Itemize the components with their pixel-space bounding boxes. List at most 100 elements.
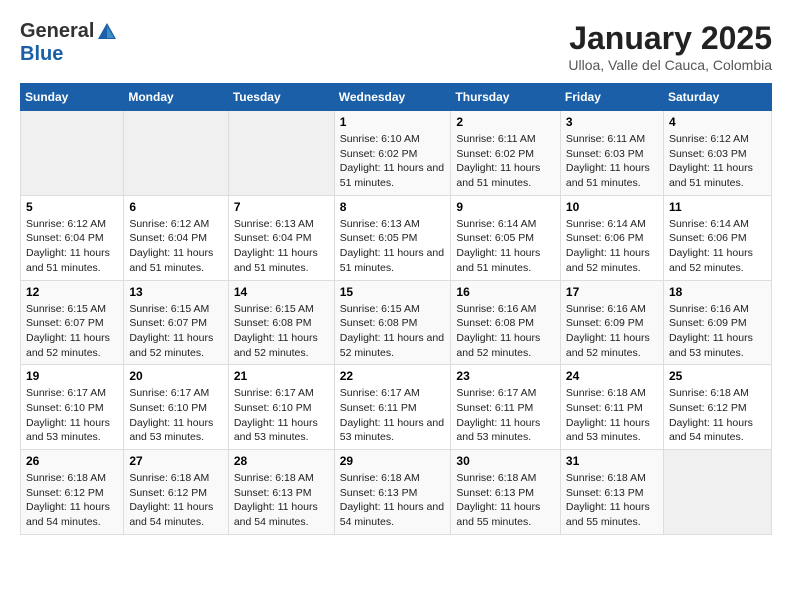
calendar-week-4: 19Sunrise: 6:17 AMSunset: 6:10 PMDayligh… <box>21 365 772 450</box>
calendar-cell: 19Sunrise: 6:17 AMSunset: 6:10 PMDayligh… <box>21 365 124 450</box>
day-number: 12 <box>26 285 118 299</box>
calendar-cell <box>663 450 771 535</box>
day-info: Sunrise: 6:17 AMSunset: 6:11 PMDaylight:… <box>456 386 554 445</box>
calendar-cell: 7 Sunrise: 6:13 AMSunset: 6:04 PMDaylight… <box>228 195 334 280</box>
day-number: 23 <box>456 369 554 383</box>
calendar-cell: 14 Sunrise: 6:15 AMSunset: 6:08 PMDayligh… <box>228 280 334 365</box>
day-number: 28 <box>234 454 329 468</box>
calendar-cell: 23 Sunrise: 6:17 AMSunset: 6:11 PMDayligh… <box>451 365 560 450</box>
calendar-title: January 2025 <box>568 20 772 57</box>
header-wednesday: Wednesday <box>334 84 451 111</box>
day-number: 18 <box>669 285 766 299</box>
calendar-cell: 4Sunrise: 6:12 AMSunset: 6:03 PMDaylight… <box>663 111 771 196</box>
calendar-cell: 28Sunrise: 6:18 AMSunset: 6:13 PMDayligh… <box>228 450 334 535</box>
calendar-cell: 22Sunrise: 6:17 AMSunset: 6:11 PMDayligh… <box>334 365 451 450</box>
day-number: 13 <box>129 285 223 299</box>
day-number: 21 <box>234 369 329 383</box>
day-info: Sunrise: 6:14 AMSunset: 6:05 PMDaylight:… <box>456 217 554 276</box>
day-info: Sunrise: 6:16 AMSunset: 6:08 PMDaylight:… <box>456 302 554 361</box>
day-info: Sunrise: 6:18 AMSunset: 6:12 PMDaylight:… <box>129 471 223 530</box>
day-info: Sunrise: 6:18 AMSunset: 6:12 PMDaylight:… <box>26 471 118 530</box>
calendar-cell: 6 Sunrise: 6:12 AMSunset: 6:04 PMDaylight… <box>124 195 229 280</box>
calendar-cell: 17Sunrise: 6:16 AMSunset: 6:09 PMDayligh… <box>560 280 663 365</box>
calendar-cell: 2 Sunrise: 6:11 AMSunset: 6:02 PMDaylight… <box>451 111 560 196</box>
day-number: 6 <box>129 200 223 214</box>
day-info: Sunrise: 6:12 AMSunset: 6:03 PMDaylight:… <box>669 132 766 191</box>
day-number: 26 <box>26 454 118 468</box>
day-number: 29 <box>340 454 446 468</box>
calendar-cell: 16Sunrise: 6:16 AMSunset: 6:08 PMDayligh… <box>451 280 560 365</box>
header-thursday: Thursday <box>451 84 560 111</box>
day-info: Sunrise: 6:17 AMSunset: 6:10 PMDaylight:… <box>26 386 118 445</box>
calendar-cell: 5Sunrise: 6:12 AMSunset: 6:04 PMDaylight… <box>21 195 124 280</box>
calendar-cell: 11 Sunrise: 6:14 AMSunset: 6:06 PMDayligh… <box>663 195 771 280</box>
day-number: 9 <box>456 200 554 214</box>
header-friday: Friday <box>560 84 663 111</box>
logo-blue: Blue <box>20 43 63 65</box>
day-number: 30 <box>456 454 554 468</box>
day-number: 10 <box>566 200 658 214</box>
calendar-cell: 20 Sunrise: 6:17 AMSunset: 6:10 PMDayligh… <box>124 365 229 450</box>
calendar-header-row: SundayMondayTuesdayWednesdayThursdayFrid… <box>21 84 772 111</box>
day-info: Sunrise: 6:18 AMSunset: 6:13 PMDaylight:… <box>566 471 658 530</box>
day-number: 25 <box>669 369 766 383</box>
day-info: Sunrise: 6:18 AMSunset: 6:11 PMDaylight:… <box>566 386 658 445</box>
calendar-cell: 3 Sunrise: 6:11 AMSunset: 6:03 PMDaylight… <box>560 111 663 196</box>
calendar-cell: 27 Sunrise: 6:18 AMSunset: 6:12 PMDayligh… <box>124 450 229 535</box>
calendar-subtitle: Ulloa, Valle del Cauca, Colombia <box>568 57 772 73</box>
calendar-week-2: 5Sunrise: 6:12 AMSunset: 6:04 PMDaylight… <box>21 195 772 280</box>
day-info: Sunrise: 6:12 AMSunset: 6:04 PMDaylight:… <box>26 217 118 276</box>
day-info: Sunrise: 6:11 AMSunset: 6:02 PMDaylight:… <box>456 132 554 191</box>
calendar-week-3: 12 Sunrise: 6:15 AMSunset: 6:07 PMDayligh… <box>21 280 772 365</box>
day-info: Sunrise: 6:17 AMSunset: 6:10 PMDaylight:… <box>129 386 223 445</box>
page-header: General Blue January 2025 Ulloa, Valle d… <box>20 20 772 73</box>
header-sunday: Sunday <box>21 84 124 111</box>
calendar-week-5: 26 Sunrise: 6:18 AMSunset: 6:12 PMDayligh… <box>21 450 772 535</box>
calendar-cell <box>228 111 334 196</box>
day-info: Sunrise: 6:17 AMSunset: 6:10 PMDaylight:… <box>234 386 329 445</box>
logo-general: General <box>20 20 94 42</box>
calendar-cell: 24Sunrise: 6:18 AMSunset: 6:11 PMDayligh… <box>560 365 663 450</box>
day-info: Sunrise: 6:18 AMSunset: 6:13 PMDaylight:… <box>456 471 554 530</box>
day-number: 11 <box>669 200 766 214</box>
day-number: 7 <box>234 200 329 214</box>
calendar-cell: 8Sunrise: 6:13 AMSunset: 6:05 PMDaylight… <box>334 195 451 280</box>
day-info: Sunrise: 6:15 AMSunset: 6:07 PMDaylight:… <box>26 302 118 361</box>
day-number: 14 <box>234 285 329 299</box>
calendar-cell: 12 Sunrise: 6:15 AMSunset: 6:07 PMDayligh… <box>21 280 124 365</box>
day-number: 27 <box>129 454 223 468</box>
calendar-cell: 18Sunrise: 6:16 AMSunset: 6:09 PMDayligh… <box>663 280 771 365</box>
calendar-cell: 21 Sunrise: 6:17 AMSunset: 6:10 PMDayligh… <box>228 365 334 450</box>
day-info: Sunrise: 6:18 AMSunset: 6:13 PMDaylight:… <box>340 471 446 530</box>
calendar-cell <box>124 111 229 196</box>
calendar-cell: 1Sunrise: 6:10 AMSunset: 6:02 PMDaylight… <box>334 111 451 196</box>
calendar-cell: 25 Sunrise: 6:18 AMSunset: 6:12 PMDayligh… <box>663 365 771 450</box>
calendar-cell: 29 Sunrise: 6:18 AMSunset: 6:13 PMDayligh… <box>334 450 451 535</box>
calendar-cell: 9 Sunrise: 6:14 AMSunset: 6:05 PMDaylight… <box>451 195 560 280</box>
calendar-cell: 31Sunrise: 6:18 AMSunset: 6:13 PMDayligh… <box>560 450 663 535</box>
day-number: 2 <box>456 115 554 129</box>
calendar-cell: 10 Sunrise: 6:14 AMSunset: 6:06 PMDayligh… <box>560 195 663 280</box>
day-number: 20 <box>129 369 223 383</box>
day-info: Sunrise: 6:15 AMSunset: 6:08 PMDaylight:… <box>234 302 329 361</box>
header-tuesday: Tuesday <box>228 84 334 111</box>
day-info: Sunrise: 6:11 AMSunset: 6:03 PMDaylight:… <box>566 132 658 191</box>
header-saturday: Saturday <box>663 84 771 111</box>
day-info: Sunrise: 6:14 AMSunset: 6:06 PMDaylight:… <box>566 217 658 276</box>
day-number: 22 <box>340 369 446 383</box>
day-info: Sunrise: 6:13 AMSunset: 6:04 PMDaylight:… <box>234 217 329 276</box>
day-number: 1 <box>340 115 446 129</box>
day-info: Sunrise: 6:15 AMSunset: 6:07 PMDaylight:… <box>129 302 223 361</box>
logo: General Blue <box>20 20 120 65</box>
calendar-table: SundayMondayTuesdayWednesdayThursdayFrid… <box>20 83 772 535</box>
day-number: 15 <box>340 285 446 299</box>
day-number: 3 <box>566 115 658 129</box>
day-number: 17 <box>566 285 658 299</box>
day-info: Sunrise: 6:12 AMSunset: 6:04 PMDaylight:… <box>129 217 223 276</box>
day-info: Sunrise: 6:15 AMSunset: 6:08 PMDaylight:… <box>340 302 446 361</box>
day-info: Sunrise: 6:18 AMSunset: 6:12 PMDaylight:… <box>669 386 766 445</box>
day-info: Sunrise: 6:14 AMSunset: 6:06 PMDaylight:… <box>669 217 766 276</box>
title-block: January 2025 Ulloa, Valle del Cauca, Col… <box>568 20 772 73</box>
calendar-cell: 13 Sunrise: 6:15 AMSunset: 6:07 PMDayligh… <box>124 280 229 365</box>
header-monday: Monday <box>124 84 229 111</box>
